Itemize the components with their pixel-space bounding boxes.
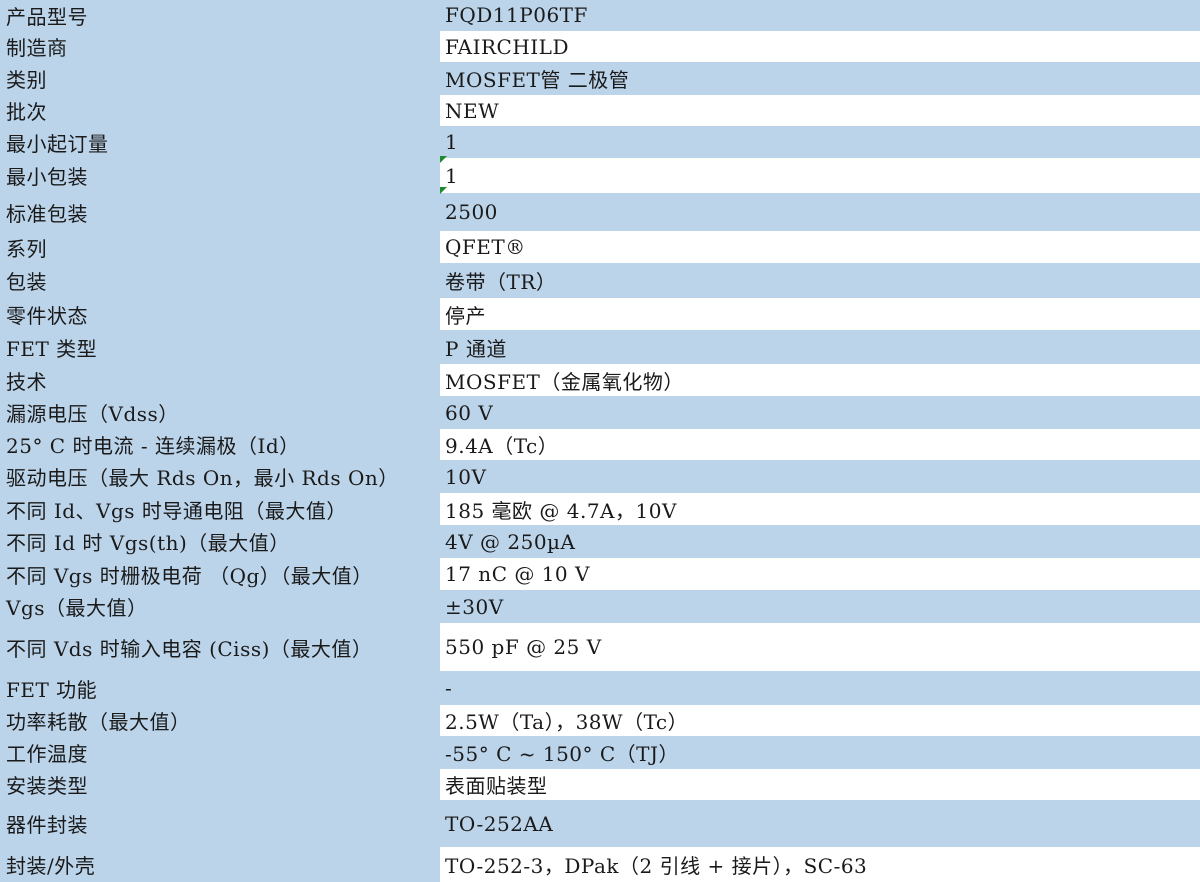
table-row: 制造商 FAIRCHILD bbox=[0, 31, 1200, 62]
row-label[interactable]: FET 功能 bbox=[0, 672, 440, 704]
row-value[interactable]: QFET® bbox=[440, 231, 1200, 263]
table-row: 25° C 时电流 - 连续漏极（Id） 9.4A（Tc） bbox=[0, 429, 1200, 460]
row-label[interactable]: 驱动电压（最大 Rds On，最小 Rds On） bbox=[0, 461, 440, 492]
table-row: 功率耗散（最大值） 2.5W（Ta），38W（Tc） bbox=[0, 705, 1200, 736]
row-label[interactable]: 技术 bbox=[0, 364, 440, 396]
row-value[interactable]: 550 pF @ 25 V bbox=[440, 623, 1200, 671]
row-value[interactable]: -55° C ~ 150° C（TJ） bbox=[440, 737, 1200, 768]
table-row: 零件状态 停产 bbox=[0, 298, 1200, 330]
row-label[interactable]: 最小起订量 bbox=[0, 127, 440, 157]
row-label[interactable]: 批次 bbox=[0, 95, 440, 126]
cell-note-marker bbox=[440, 187, 447, 194]
row-label[interactable]: 漏源电压（Vdss） bbox=[0, 397, 440, 428]
row-value[interactable]: ±30V bbox=[440, 591, 1200, 622]
row-value[interactable]: P 通道 bbox=[440, 331, 1200, 363]
row-value[interactable]: 2.5W（Ta），38W（Tc） bbox=[440, 705, 1200, 736]
row-value[interactable]: 17 nC @ 10 V bbox=[440, 558, 1200, 590]
table-row: 技术 MOSFET（金属氧化物） bbox=[0, 364, 1200, 396]
row-value[interactable]: 卷带（TR） bbox=[440, 264, 1200, 297]
row-label[interactable]: 零件状态 bbox=[0, 298, 440, 330]
row-label[interactable]: 产品型号 bbox=[0, 0, 440, 30]
row-label[interactable]: 包装 bbox=[0, 264, 440, 297]
cell-note-marker bbox=[440, 156, 447, 163]
row-label[interactable]: 最小包装 bbox=[0, 158, 440, 193]
table-row: 器件封装 TO-252AA bbox=[0, 801, 1200, 846]
row-value[interactable]: TO-252AA bbox=[440, 801, 1200, 846]
row-label[interactable]: 类别 bbox=[0, 63, 440, 94]
row-value[interactable]: MOSFET（金属氧化物） bbox=[440, 364, 1200, 396]
row-label[interactable]: FET 类型 bbox=[0, 331, 440, 363]
row-label[interactable]: 不同 Vgs 时栅极电荷 （Qg）（最大值） bbox=[0, 558, 440, 590]
table-row: 驱动电压（最大 Rds On，最小 Rds On） 10V bbox=[0, 461, 1200, 492]
row-label[interactable]: 25° C 时电流 - 连续漏极（Id） bbox=[0, 429, 440, 460]
row-value[interactable]: 1 bbox=[440, 127, 1200, 157]
table-row: 最小包装 1 bbox=[0, 156, 1200, 194]
row-value[interactable]: 2500 bbox=[440, 194, 1200, 230]
row-value[interactable]: 表面贴装型 bbox=[440, 769, 1200, 800]
row-value[interactable]: 停产 bbox=[440, 298, 1200, 330]
table-row: 批次 NEW bbox=[0, 95, 1200, 126]
table-row: FET 功能 - bbox=[0, 672, 1200, 704]
row-value[interactable]: 185 毫欧 @ 4.7A，10V bbox=[440, 493, 1200, 525]
table-row: 封装/外壳 TO-252-3，DPak（2 引线 + 接片），SC-63 bbox=[0, 847, 1200, 882]
row-label[interactable]: 器件封装 bbox=[0, 801, 440, 846]
row-value[interactable]: 60 V bbox=[440, 397, 1200, 428]
row-label[interactable]: 不同 Id 时 Vgs(th)（最大值） bbox=[0, 526, 440, 557]
spec-table: 产品型号 FQD11P06TF 制造商 FAIRCHILD 类别 MOSFET管… bbox=[0, 0, 1200, 882]
row-label[interactable]: 工作温度 bbox=[0, 737, 440, 768]
row-value[interactable]: FQD11P06TF bbox=[440, 0, 1200, 30]
table-row: 包装 卷带（TR） bbox=[0, 264, 1200, 297]
row-label[interactable]: 功率耗散（最大值） bbox=[0, 705, 440, 736]
table-row: 不同 Id 时 Vgs(th)（最大值） 4V @ 250µA bbox=[0, 526, 1200, 557]
table-row: 不同 Vgs 时栅极电荷 （Qg）（最大值） 17 nC @ 10 V bbox=[0, 558, 1200, 590]
row-label[interactable]: 不同 Vds 时输入电容 (Ciss)（最大值） bbox=[0, 623, 440, 671]
table-row: 工作温度 -55° C ~ 150° C（TJ） bbox=[0, 737, 1200, 768]
table-row: 产品型号 FQD11P06TF bbox=[0, 0, 1200, 30]
row-value[interactable]: 1 bbox=[440, 158, 1200, 193]
row-label[interactable]: 安装类型 bbox=[0, 769, 440, 800]
row-label[interactable]: 制造商 bbox=[0, 31, 440, 62]
table-row: 安装类型 表面贴装型 bbox=[0, 769, 1200, 800]
row-value[interactable]: - bbox=[440, 672, 1200, 704]
table-row: 最小起订量 1 bbox=[0, 127, 1200, 157]
table-row: 类别 MOSFET管 二极管 bbox=[0, 63, 1200, 94]
row-label[interactable]: 标准包装 bbox=[0, 194, 440, 230]
row-value[interactable]: NEW bbox=[440, 95, 1200, 126]
table-row: 漏源电压（Vdss） 60 V bbox=[0, 397, 1200, 428]
row-value[interactable]: 10V bbox=[440, 461, 1200, 492]
table-row: Vgs（最大值） ±30V bbox=[0, 591, 1200, 622]
row-value[interactable]: FAIRCHILD bbox=[440, 31, 1200, 62]
row-value[interactable]: MOSFET管 二极管 bbox=[440, 63, 1200, 94]
row-value[interactable]: TO-252-3，DPak（2 引线 + 接片），SC-63 bbox=[440, 847, 1200, 882]
row-value[interactable]: 4V @ 250µA bbox=[440, 526, 1200, 557]
row-label[interactable]: 不同 Id、Vgs 时导通电阻（最大值） bbox=[0, 493, 440, 525]
row-label[interactable]: Vgs（最大值） bbox=[0, 591, 440, 622]
table-row: 系列 QFET® bbox=[0, 231, 1200, 263]
row-label[interactable]: 系列 bbox=[0, 231, 440, 263]
table-row: 不同 Id、Vgs 时导通电阻（最大值） 185 毫欧 @ 4.7A，10V bbox=[0, 493, 1200, 525]
table-row: 标准包装 2500 bbox=[0, 194, 1200, 230]
row-value[interactable]: 9.4A（Tc） bbox=[440, 429, 1200, 460]
table-row: FET 类型 P 通道 bbox=[0, 331, 1200, 363]
row-label[interactable]: 封装/外壳 bbox=[0, 847, 440, 882]
table-row: 不同 Vds 时输入电容 (Ciss)（最大值） 550 pF @ 25 V bbox=[0, 623, 1200, 671]
